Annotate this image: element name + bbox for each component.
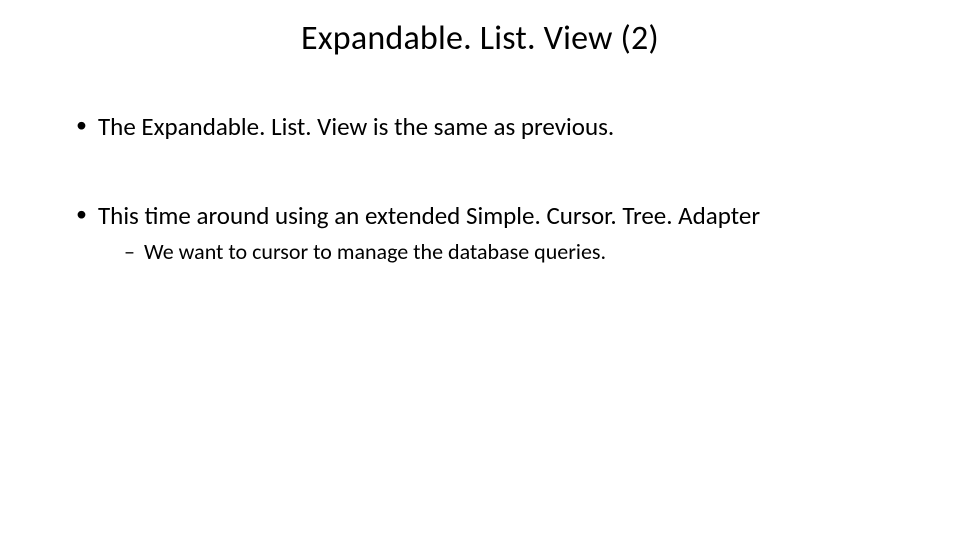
bullet-text: This time around using an extended Simpl…	[98, 200, 760, 231]
slide-title: Expandable. List. View (2)	[70, 18, 890, 59]
bullet-list: The Expandable. List. View is the same a…	[70, 111, 890, 266]
bullet-item: The Expandable. List. View is the same a…	[74, 111, 890, 142]
bullet-item: This time around using an extended Simpl…	[74, 200, 890, 266]
bullet-text: The Expandable. List. View is the same a…	[98, 111, 614, 142]
sub-item: We want to cursor to manage the database…	[124, 238, 890, 267]
sub-list: We want to cursor to manage the database…	[98, 238, 890, 267]
sub-text: We want to cursor to manage the database…	[144, 238, 606, 265]
slide-container: Expandable. List. View (2) The Expandabl…	[0, 0, 960, 540]
